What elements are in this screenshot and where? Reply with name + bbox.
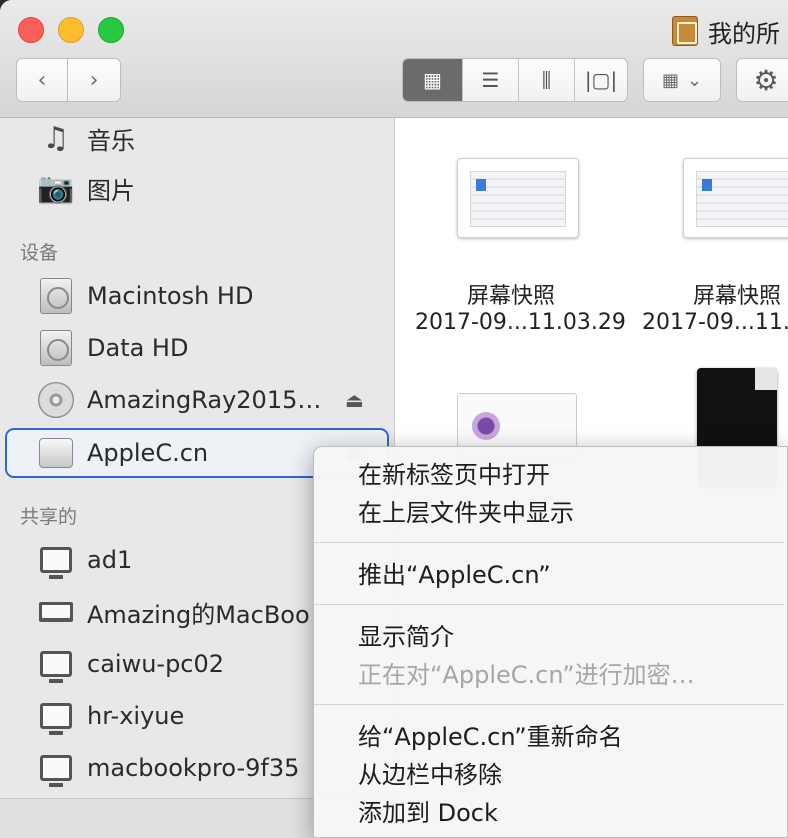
sidebar-item-label: 音乐 bbox=[87, 126, 135, 155]
file-thumbnail[interactable] bbox=[683, 158, 788, 238]
grid-icon: ▦ bbox=[423, 68, 442, 92]
arrange-button[interactable]: ▦ ⌄ bbox=[643, 58, 721, 102]
menu-item-encrypt: 正在对“AppleC.cn”进行加密… bbox=[358, 661, 695, 689]
app-logo-icon bbox=[472, 412, 500, 440]
column-view-button[interactable]: ⫼ bbox=[519, 59, 575, 101]
menu-item-add-to-dock[interactable]: 添加到 Dock bbox=[358, 793, 498, 828]
file-thumbnail[interactable] bbox=[457, 158, 579, 238]
arrange-grid-icon: ▦ bbox=[661, 69, 679, 91]
menu-item-show-in-enclosing-folder[interactable]: 在上层文件夹中显示 bbox=[358, 493, 574, 528]
hard-drive-icon bbox=[38, 278, 74, 314]
music-note-icon: ♫ bbox=[42, 120, 70, 156]
minimize-button[interactable] bbox=[58, 17, 84, 43]
sidebar-item-label: AmazingRay2015… bbox=[87, 386, 322, 414]
finder-window: 我的所 ‹ › ▦ ☰ ⫼ |▢| ▦ ⌄ ⚙ ♫ 音乐 📷 图片 设备 Mac… bbox=[0, 0, 788, 838]
menu-item-open-in-new-tab[interactable]: 在新标签页中打开 bbox=[358, 455, 550, 490]
eject-icon[interactable]: ⏏ bbox=[345, 388, 364, 412]
window-title: 我的所 bbox=[672, 14, 780, 48]
chevron-right-icon: › bbox=[89, 67, 99, 93]
view-mode-control: ▦ ☰ ⫼ |▢| bbox=[402, 58, 628, 102]
list-view-button[interactable]: ☰ bbox=[463, 59, 519, 101]
sidebar-item-label: ad1 bbox=[87, 546, 133, 574]
menu-separator bbox=[314, 542, 784, 543]
cover-flow-view-button[interactable]: |▢| bbox=[575, 59, 627, 101]
monitor-icon bbox=[38, 646, 74, 683]
devices-section-header: 设备 bbox=[20, 242, 59, 264]
zoom-button[interactable] bbox=[98, 17, 124, 43]
sidebar-item-label: AppleC.cn bbox=[87, 439, 209, 467]
close-button[interactable] bbox=[18, 17, 44, 43]
shared-section-header: 共享的 bbox=[20, 506, 78, 528]
toolbar: 我的所 ‹ › ▦ ☰ ⫼ |▢| ▦ ⌄ ⚙ bbox=[0, 0, 788, 118]
menu-separator bbox=[314, 604, 784, 605]
sidebar-item-label: caiwu-pc02 bbox=[87, 650, 225, 678]
chevron-left-icon: ‹ bbox=[37, 67, 47, 93]
hard-drive-icon bbox=[38, 330, 74, 366]
disc-icon bbox=[38, 382, 74, 418]
menu-item-remove-from-sidebar[interactable]: 从边栏中移除 bbox=[358, 755, 502, 790]
chevron-down-icon: ⌄ bbox=[686, 69, 703, 91]
cover-flow-icon: |▢| bbox=[584, 68, 618, 92]
context-menu: 在新标签页中打开 在上层文件夹中显示 推出“AppleC.cn” 显示简介 正在… bbox=[313, 446, 788, 838]
sidebar-item-label: 图片 bbox=[87, 176, 135, 205]
columns-icon: ⫼ bbox=[541, 68, 552, 92]
sidebar-item-macintosh-hd[interactable]: Macintosh HD bbox=[0, 272, 394, 320]
sidebar-item-pictures[interactable]: 📷 图片 bbox=[0, 164, 394, 212]
external-drive-icon bbox=[38, 435, 74, 471]
monitor-icon bbox=[38, 542, 74, 579]
forward-button[interactable]: › bbox=[67, 58, 121, 102]
sidebar-item-data-hd[interactable]: Data HD bbox=[0, 324, 394, 372]
sidebar-item-label: Macintosh HD bbox=[87, 282, 254, 310]
list-icon: ☰ bbox=[481, 68, 500, 92]
file-date: 2017-09...11.03.29 bbox=[415, 310, 626, 335]
window-title-text: 我的所 bbox=[708, 19, 780, 48]
menu-separator bbox=[314, 704, 784, 705]
sidebar-item-amazingray2015[interactable]: AmazingRay2015… ⏏ bbox=[0, 376, 394, 424]
macbook-icon bbox=[38, 594, 74, 630]
monitor-icon bbox=[38, 750, 74, 787]
folder-book-icon bbox=[672, 16, 698, 46]
file-name[interactable]: 屏幕快照 bbox=[467, 278, 555, 310]
action-button[interactable]: ⚙ bbox=[736, 58, 788, 102]
sidebar-item-label: macbookpro-9f35 bbox=[87, 754, 300, 782]
gear-icon: ⚙ bbox=[753, 63, 779, 97]
sidebar-item-label: Data HD bbox=[87, 334, 189, 362]
sidebar-item-label: hr-xiyue bbox=[87, 702, 185, 730]
sidebar-item-music[interactable]: ♫ 音乐 bbox=[0, 118, 394, 162]
menu-item-rename[interactable]: 给“AppleC.cn”重新命名 bbox=[358, 717, 623, 752]
menu-item-get-info[interactable]: 显示简介 bbox=[358, 617, 454, 652]
menu-item-eject[interactable]: 推出“AppleC.cn” bbox=[358, 555, 551, 590]
sidebar-item-label: Amazing的MacBoo bbox=[87, 600, 310, 629]
back-button[interactable]: ‹ bbox=[16, 58, 68, 102]
monitor-icon bbox=[38, 698, 74, 735]
camera-icon: 📷 bbox=[37, 170, 75, 206]
file-name[interactable]: 屏幕快照 bbox=[693, 278, 781, 310]
icon-view-button[interactable]: ▦ bbox=[403, 59, 463, 101]
file-date: 2017-09...11.0 bbox=[642, 310, 788, 335]
